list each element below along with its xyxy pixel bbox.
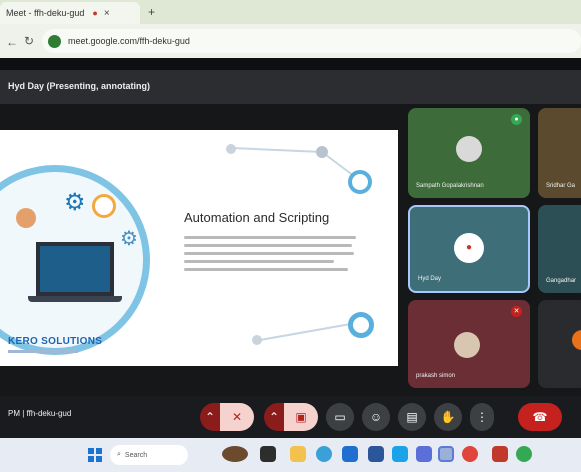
mail-icon[interactable] [342,446,358,462]
slide-body-line [184,260,334,263]
chevron-up-icon: ⌃ [268,410,280,424]
mic-muted-icon: ✕ [511,306,522,317]
photos-icon[interactable] [416,446,432,462]
camera-toggle-button[interactable]: ▣ [284,403,318,431]
slide-body-line [184,236,356,239]
slide-node [252,335,262,345]
person-illustration [16,208,36,228]
url-text: meet.google.com/ffh-deku-gud [68,36,190,46]
raise-hand-button[interactable]: ✋ [434,403,462,431]
captions-button[interactable]: ▭ [326,403,354,431]
back-button[interactable]: ← [6,35,18,49]
hand-icon: ✋ [440,410,456,424]
chrome-active-icon[interactable] [438,446,454,462]
mic-off-icon: ✕ [231,410,243,424]
avatar: ● [454,233,484,263]
laptop-illustration [36,242,114,296]
site-info-icon[interactable] [48,34,61,48]
mic-active-icon: ● [511,114,522,125]
search-placeholder: Search [124,451,148,459]
participant-name: Sridhar Ga [546,183,576,189]
recording-dot-icon: ● [92,8,98,18]
logo-tagline [8,350,78,353]
clock-icon [92,194,116,218]
present-button[interactable]: ▤ [398,403,426,431]
present-icon: ▤ [406,410,418,424]
participant-tile[interactable] [538,300,581,388]
camera-off-icon: ▣ [295,410,307,424]
slide-body-line [184,268,348,271]
bookmarks-strip [0,58,581,70]
participant-tile-active[interactable]: ● Hyd Day [408,205,530,293]
slide-body-line [184,244,352,247]
participant-name: Hyd Day [418,276,442,282]
reload-button[interactable]: ↻ [24,34,34,48]
taskbar-search[interactable]: ⌕ Search [110,445,188,465]
mic-toggle-button[interactable]: ✕ [220,403,254,431]
mic-menu-button[interactable]: ⌃ [200,403,220,431]
shared-slide: ⚙ ⚙ Automation and Scripting KERO SOLUTI… [0,130,398,366]
meeting-code: PM | ffh-deku-gud [8,409,72,418]
slide-title: Automation and Scripting [184,210,330,225]
avatar [456,136,482,162]
browser-tab[interactable]: Meet - ffh-deku-gud ● × [0,2,140,24]
presenter-title: Hyd Day (Presenting, annotating) [8,81,151,91]
avatar [454,332,480,358]
avatar [572,330,581,350]
close-icon[interactable]: × [104,8,110,19]
slide-body-line [184,252,354,255]
gear-icon: ⚙ [64,189,86,216]
camera-menu-button[interactable]: ⌃ [264,403,284,431]
slide-node [226,144,236,154]
settings-icon[interactable] [492,446,508,462]
captions-icon: ▭ [334,410,346,424]
chevron-up-icon: ⌃ [204,410,216,424]
more-options-button[interactable]: ⋮ [470,403,494,431]
slide-node [348,170,372,194]
chrome-icon[interactable] [462,446,478,462]
file-explorer-icon[interactable] [290,446,306,462]
tab-title: Meet - ffh-deku-gud [6,8,85,18]
emoji-icon: ☺ [369,410,383,424]
participant-name: Gangadhar [546,278,577,284]
windows-start-icon[interactable] [88,448,102,462]
end-call-icon: ☎ [532,410,548,424]
participant-name: Sampath Gopalakrishnan [416,183,484,189]
participant-tile[interactable]: Gangadhar [538,205,581,293]
more-vert-icon: ⋮ [476,410,488,424]
slide-node [316,146,328,158]
slide-node [348,312,374,338]
company-logo: KERO SOLUTIONS [8,336,103,347]
emoji-button[interactable]: ☺ [362,403,390,431]
search-icon: ⌕ [117,451,121,458]
edge-icon[interactable] [316,446,332,462]
teams-icon[interactable] [392,446,408,462]
address-bar[interactable]: meet.google.com/ffh-deku-gud [42,29,581,53]
leave-call-button[interactable]: ☎ [518,403,562,431]
participant-tile[interactable]: ● Sampath Gopalakrishnan [408,108,530,198]
participant-tile[interactable]: Sridhar Ga [538,108,581,198]
weather-widget-icon[interactable] [222,446,248,462]
gear-icon: ⚙ [120,228,138,250]
task-view-icon[interactable] [260,446,276,462]
new-tab-button[interactable]: + [148,5,155,19]
participant-name: prakash simon [416,373,456,379]
participant-tile[interactable]: ✕ prakash simon [408,300,530,388]
store-icon[interactable] [368,446,384,462]
laptop-base [28,296,122,302]
app-icon[interactable] [516,446,532,462]
